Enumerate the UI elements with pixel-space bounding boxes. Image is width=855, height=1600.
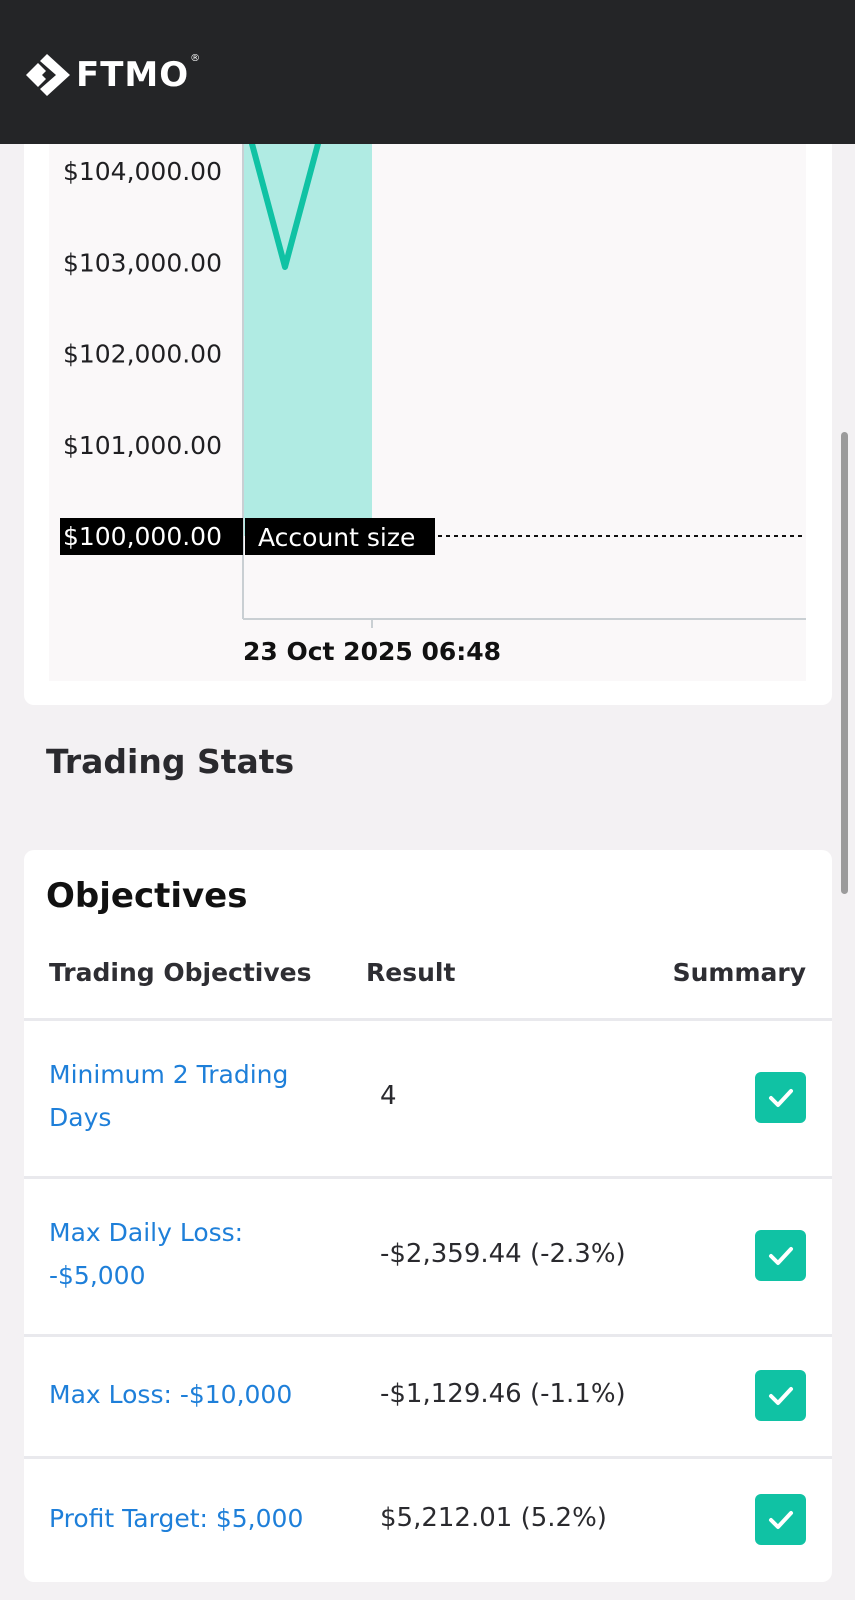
y-tick-label: $102,000.00 <box>63 340 222 369</box>
y-tick-label: $100,000.00 <box>63 522 222 551</box>
passed-check-badge <box>755 1072 806 1123</box>
column-header-summary: Summary <box>672 958 806 987</box>
app-header: FTMO ® <box>0 0 855 144</box>
check-icon <box>768 1386 793 1405</box>
objectives-card: Objectives Trading Objectives Result Sum… <box>24 850 832 1582</box>
passed-check-badge <box>755 1230 806 1281</box>
y-tick-label: $101,000.00 <box>63 431 222 460</box>
ftmo-logo[interactable]: FTMO ® <box>26 53 202 96</box>
ftmo-logo-icon <box>26 54 70 96</box>
objective-link[interactable]: Minimum 2 Trading Days <box>49 1053 339 1139</box>
objective-row-max-daily-loss: Max Daily Loss: -$5,000 -$2,359.44 (-2.3… <box>24 1176 832 1335</box>
registered-mark: ® <box>190 53 202 64</box>
passed-check-badge <box>755 1494 806 1545</box>
check-icon <box>768 1088 793 1107</box>
objective-link[interactable]: Profit Target: $5,000 <box>49 1497 339 1540</box>
logo-wordmark: FTMO ® <box>76 53 202 95</box>
column-header-trading-objectives: Trading Objectives <box>49 958 312 987</box>
objective-result: 4 <box>380 1081 397 1111</box>
objective-row-profit-target: Profit Target: $5,000 $5,212.01 (5.2%) <box>24 1456 832 1581</box>
column-header-result: Result <box>366 958 456 987</box>
objectives-title: Objectives <box>46 876 248 916</box>
session-band <box>243 144 372 536</box>
x-tick-label: 23 Oct 2025 06:48 <box>243 637 501 666</box>
objective-link[interactable]: Max Loss: -$10,000 <box>49 1373 339 1416</box>
passed-check-badge <box>755 1370 806 1421</box>
check-icon <box>768 1246 793 1265</box>
account-size-label: Account size <box>258 523 415 552</box>
objective-result: -$1,129.46 (-1.1%) <box>380 1379 626 1409</box>
y-tick-label: $103,000.00 <box>63 248 222 277</box>
objective-row-max-loss: Max Loss: -$10,000 -$1,129.46 (-1.1%) <box>24 1334 832 1457</box>
trading-stats-title: Trading Stats <box>46 742 295 781</box>
check-icon <box>768 1510 793 1529</box>
y-tick-label: $104,000.00 <box>63 157 222 186</box>
objective-link[interactable]: Max Daily Loss: -$5,000 <box>49 1211 339 1297</box>
plot-background <box>49 144 806 681</box>
page-scrollbar[interactable] <box>841 432 848 894</box>
objective-result: $5,212.01 (5.2%) <box>380 1503 607 1533</box>
objective-result: -$2,359.44 (-2.3%) <box>380 1239 626 1269</box>
objective-row-min-trading-days: Minimum 2 Trading Days 4 <box>24 1018 832 1177</box>
